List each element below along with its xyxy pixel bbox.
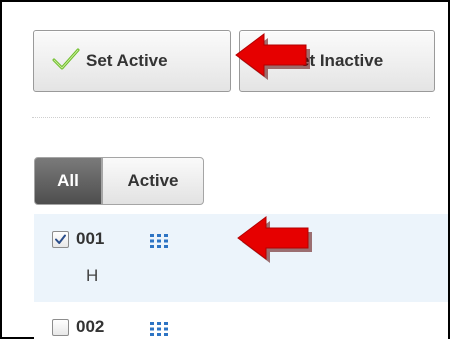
status-filter: All Active (34, 157, 204, 205)
filter-active-button[interactable]: Active (102, 157, 204, 205)
grid-icon[interactable] (149, 233, 169, 249)
row-id: 001 (76, 229, 105, 248)
checkmark-icon (52, 48, 86, 75)
set-active-button[interactable]: Set Active (33, 30, 231, 92)
annotation-arrow-icon (235, 33, 310, 80)
screenshot-frame: Set Active et Inactive All Active 001 H … (0, 0, 450, 346)
row-checkbox[interactable] (52, 319, 69, 336)
row-subtitle: H (86, 266, 99, 285)
annotation-arrow-icon (237, 216, 312, 263)
checkbox-check-icon (55, 234, 66, 244)
list-item[interactable]: 002 (34, 306, 448, 346)
grid-icon[interactable] (149, 321, 169, 337)
divider (32, 117, 430, 118)
set-active-label: Set Active (86, 51, 168, 70)
row-id: 002 (76, 317, 105, 336)
row-checkbox[interactable] (52, 231, 69, 248)
filter-all-button[interactable]: All (34, 157, 102, 205)
